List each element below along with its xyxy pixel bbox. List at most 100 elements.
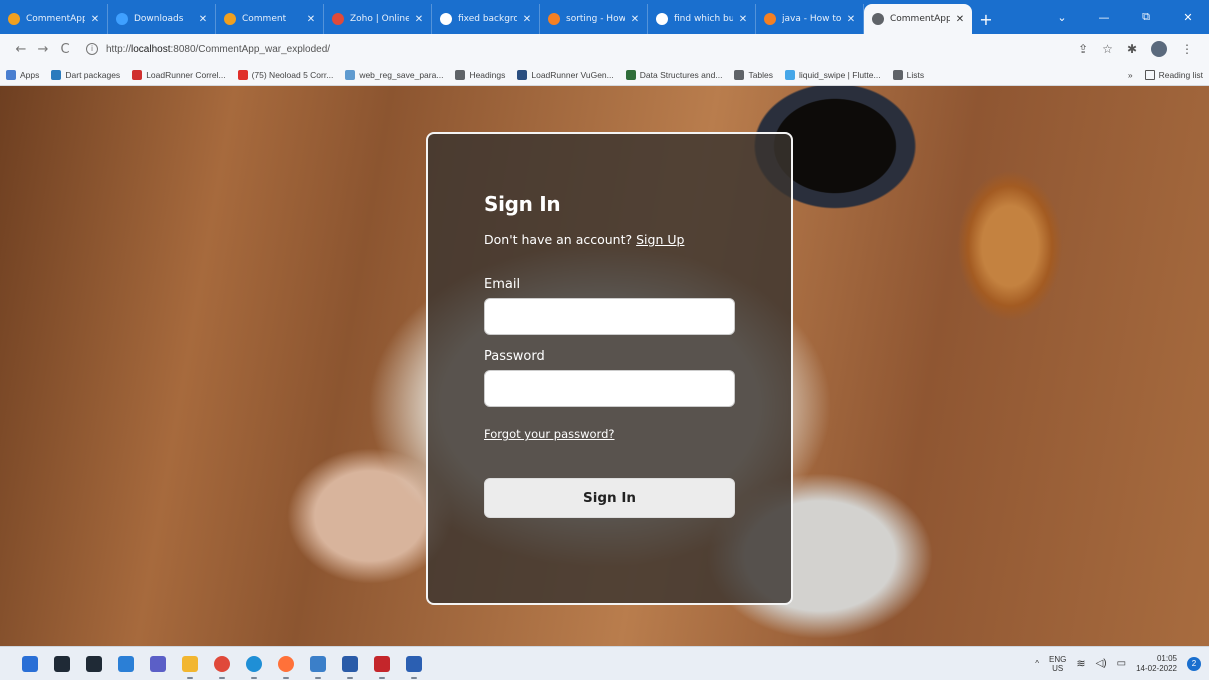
app-red-icon[interactable] — [366, 647, 398, 680]
url-scheme: http:// — [106, 43, 132, 55]
browser-tab[interactable]: fixed backgro ✕ — [432, 4, 540, 34]
bookmark-favicon-icon — [455, 69, 466, 80]
bookmark-item[interactable]: LoadRunner VuGen... — [517, 69, 614, 80]
volume-icon[interactable]: ◁) — [1096, 658, 1107, 669]
widgets-icon[interactable] — [110, 647, 142, 680]
browser-tab[interactable]: CommentApp ✕ — [864, 4, 972, 34]
tab-strip: CommentApp ✕ Downloads ✕ Comment ✕ Zoho | Onli… — [0, 0, 1209, 34]
bookmark-star-icon[interactable]: ☆ — [1102, 42, 1113, 56]
bookmark-item[interactable]: Headings — [455, 69, 505, 80]
tab-close-icon[interactable]: ✕ — [197, 14, 209, 25]
page-background: Sign In Don't have an account? Sign Up E… — [0, 86, 1209, 646]
bookmark-item[interactable]: Apps — [6, 69, 40, 80]
toolbar-actions: ⇪ ☆ ✱ ⋮ — [1078, 41, 1193, 57]
tab-close-icon[interactable]: ✕ — [89, 14, 101, 25]
bookmark-item[interactable]: liquid_swipe | Flutte... — [785, 69, 881, 80]
notification-badge[interactable]: 2 — [1187, 656, 1201, 671]
browser-tab[interactable]: java - How to ✕ — [756, 4, 864, 34]
tab-close-icon[interactable]: ✕ — [413, 14, 425, 25]
tab-close-icon[interactable]: ✕ — [845, 14, 857, 25]
close-window-button[interactable]: ✕ — [1167, 11, 1209, 24]
signin-card: Sign In Don't have an account? Sign Up E… — [426, 132, 793, 605]
site-info-icon[interactable]: i — [86, 43, 98, 55]
browser-tab[interactable]: Zoho | Online ✕ — [324, 4, 432, 34]
system-tray: ^ ENG US ≋ ◁) ▭ 01:05 14-02-2022 2 — [1035, 654, 1209, 674]
password-field[interactable] — [484, 370, 735, 407]
bookmark-favicon-icon — [51, 69, 62, 80]
browser-toolbar: ← → C i http://localhost:8080/CommentApp… — [0, 34, 1209, 64]
profile-avatar[interactable] — [1151, 41, 1167, 57]
browser-tab[interactable]: find which but ✕ — [648, 4, 756, 34]
tab-close-icon[interactable]: ✕ — [737, 14, 749, 25]
chrome-icon[interactable] — [206, 647, 238, 680]
minimize-button[interactable]: — — [1083, 11, 1125, 24]
language-indicator[interactable]: ENG US — [1049, 655, 1066, 673]
restore-button[interactable]: ⧉ — [1125, 10, 1167, 24]
browser-tab[interactable]: Comment ✕ — [216, 4, 324, 34]
menu-icon[interactable]: ⋮ — [1181, 42, 1193, 56]
browser-tab[interactable]: sorting - How ✕ — [540, 4, 648, 34]
bookmark-favicon-icon — [625, 69, 636, 80]
bookmark-item[interactable]: Tables — [734, 69, 774, 80]
reading-list-label: Reading list — [1158, 69, 1203, 80]
notepad-icon[interactable] — [302, 647, 334, 680]
no-account-text: Don't have an account? — [484, 232, 633, 247]
tab-title: Downloads — [134, 14, 184, 24]
email-field[interactable] — [484, 298, 735, 335]
tab-close-icon[interactable]: ✕ — [954, 14, 966, 25]
photos-icon[interactable] — [334, 647, 366, 680]
battery-icon[interactable]: ▭ — [1117, 658, 1126, 669]
bookmark-item[interactable]: LoadRunner Correl... — [132, 69, 226, 80]
firefox-icon[interactable] — [270, 647, 302, 680]
reading-list-button[interactable]: Reading list — [1144, 69, 1203, 80]
chat-icon[interactable] — [142, 647, 174, 680]
search-icon[interactable] — [46, 647, 78, 680]
word-icon[interactable] — [398, 647, 430, 680]
bookmark-item[interactable]: Lists — [892, 69, 925, 80]
bookmark-item[interactable]: Data Structures and... — [625, 69, 722, 80]
bookmarks-bar: Apps Dart packages LoadRunner Correl... (75… — [0, 64, 1209, 86]
tab-close-icon[interactable]: ✕ — [305, 14, 317, 25]
bookmark-label: Tables — [748, 69, 774, 80]
forgot-password-link[interactable]: Forgot your password? — [484, 427, 614, 441]
signup-link[interactable]: Sign Up — [636, 232, 684, 247]
bookmark-label: Lists — [906, 69, 925, 80]
bookmark-item[interactable]: Dart packages — [51, 69, 120, 80]
address-bar[interactable]: i http://localhost:8080/CommentApp_war_e… — [86, 38, 1078, 60]
edge-icon[interactable] — [238, 647, 270, 680]
back-button[interactable]: ← — [10, 42, 32, 57]
bookmark-label: LoadRunner Correl... — [146, 69, 226, 80]
bookmark-item[interactable]: (75) Neoload 5 Corr... — [237, 69, 333, 80]
tab-close-icon[interactable]: ✕ — [521, 14, 533, 25]
reload-button[interactable]: C — [54, 42, 76, 57]
clock-time: 01:05 — [1156, 653, 1177, 663]
signup-prompt: Don't have an account? Sign Up — [484, 232, 735, 247]
tab-favicon-icon — [440, 13, 452, 25]
bookmark-favicon-icon — [6, 69, 16, 80]
browser-tab[interactable]: Downloads ✕ — [108, 4, 216, 34]
browser-tab[interactable]: CommentApp ✕ — [0, 4, 108, 34]
language-code: ENG — [1049, 654, 1067, 664]
email-label: Email — [484, 277, 521, 292]
bookmark-label: Apps — [20, 69, 40, 80]
task-view-icon[interactable] — [78, 647, 110, 680]
bookmarks-overflow-icon[interactable]: » — [1128, 70, 1133, 80]
forward-button[interactable]: → — [32, 42, 54, 57]
tab-search-icon[interactable]: ⌄ — [1041, 11, 1083, 24]
taskbar-apps — [14, 647, 430, 680]
extensions-icon[interactable]: ✱ — [1127, 42, 1137, 56]
tab-close-icon[interactable]: ✕ — [629, 14, 641, 25]
bookmark-favicon-icon — [734, 69, 745, 80]
tray-overflow-icon[interactable]: ^ — [1035, 659, 1039, 668]
reading-list-icon — [1144, 69, 1155, 80]
tab-title: Comment — [242, 14, 287, 24]
clock[interactable]: 01:05 14-02-2022 — [1136, 654, 1177, 674]
signin-button[interactable]: Sign In — [484, 478, 735, 518]
start-icon[interactable] — [14, 647, 46, 680]
bookmark-item[interactable]: web_reg_save_para... — [345, 69, 443, 80]
share-icon[interactable]: ⇪ — [1078, 42, 1088, 56]
file-explorer-icon[interactable] — [174, 647, 206, 680]
window-controls: ⌄ — ⧉ ✕ — [1041, 0, 1209, 34]
wifi-icon[interactable]: ≋ — [1076, 657, 1085, 670]
new-tab-button[interactable]: + — [972, 4, 1000, 34]
